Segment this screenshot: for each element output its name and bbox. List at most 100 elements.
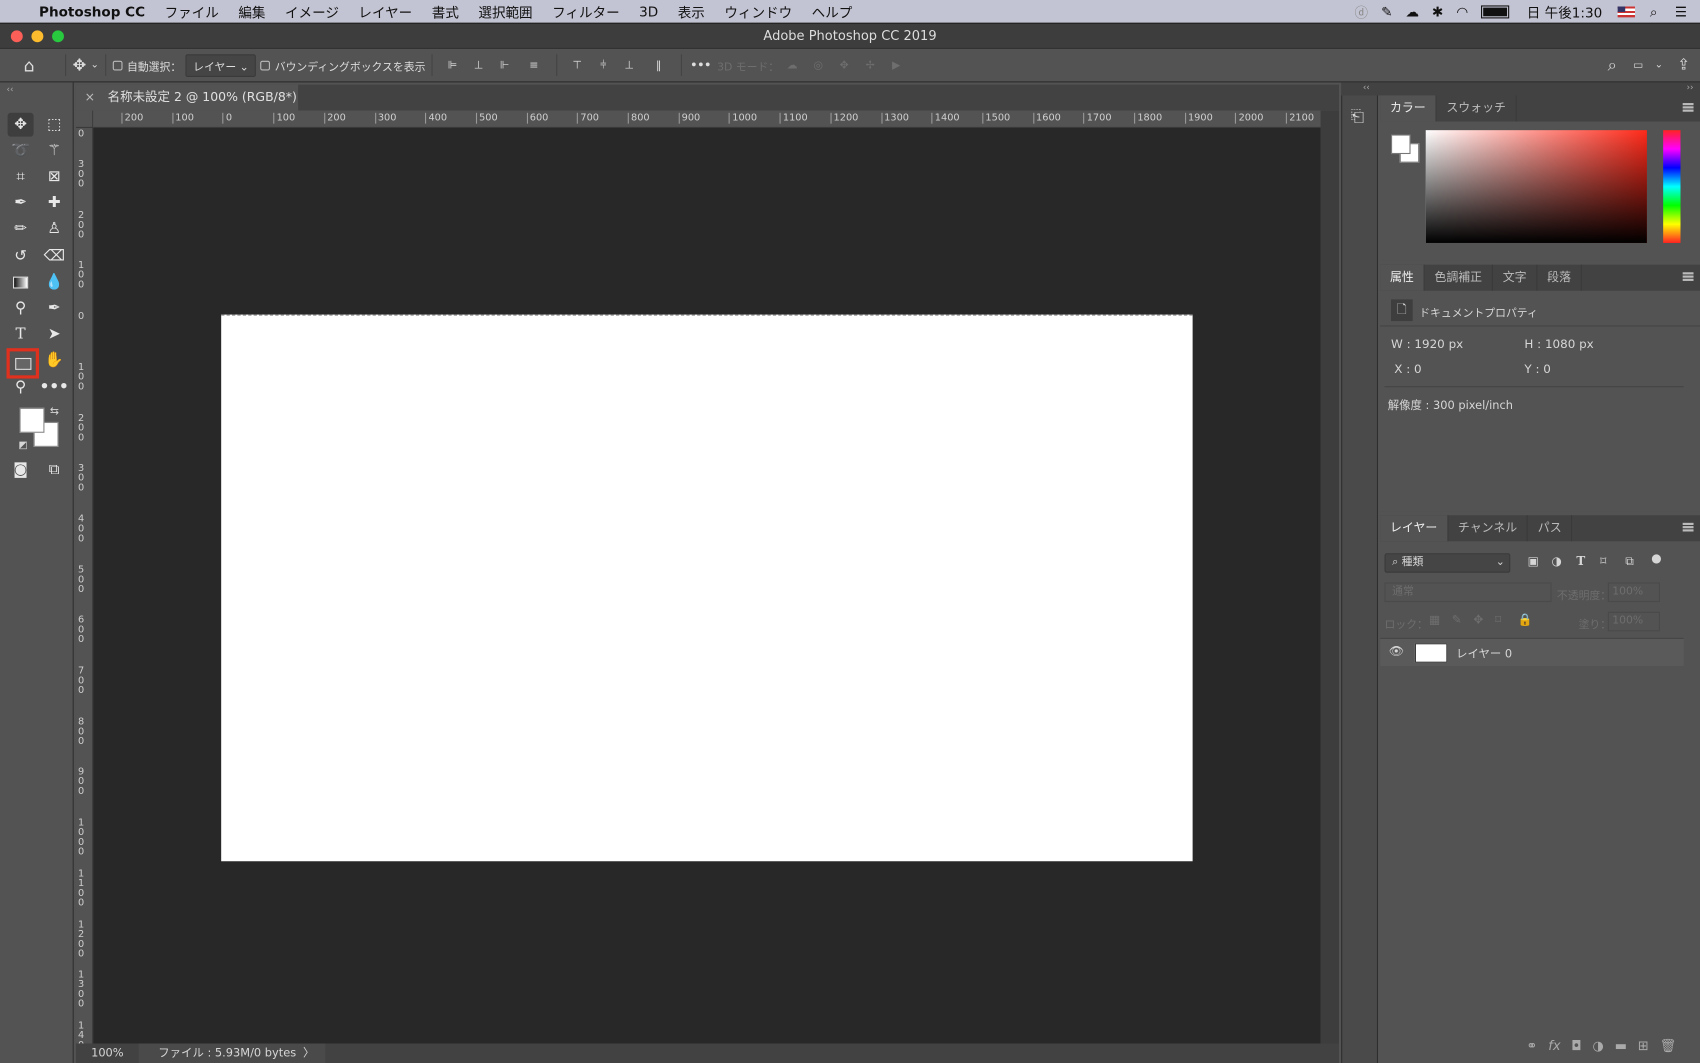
home-icon[interactable]: ⌂ [0,55,59,76]
hue-slider[interactable] [1663,130,1681,243]
distribute-icon[interactable]: ≡ [518,59,551,71]
brush-tool[interactable]: ✏ [8,217,34,241]
tab-adjustments[interactable]: 色調補正 [1425,264,1493,291]
blend-mode-dropdown[interactable]: 通常 [1384,582,1552,603]
lock-position-icon[interactable]: ✥ [1473,613,1483,627]
wifi-icon[interactable]: ◠ [1456,3,1468,19]
workspace-icon[interactable]: ▭ [1626,59,1650,71]
auto-select-dropdown[interactable]: レイヤー ⌄ [185,53,257,77]
menu-window[interactable]: ウィンドウ [724,1,792,22]
color-fg-swatch[interactable] [1391,134,1411,155]
height-value[interactable]: H : 1080 px [1524,337,1593,351]
more-options-button[interactable]: ••• [689,59,713,71]
tab-channels[interactable]: チャンネル [1448,515,1529,542]
cloud-upload-icon[interactable]: ☁ [1405,3,1419,19]
collapse-right-icon[interactable]: ›› [1687,82,1694,92]
vertical-scrollbar[interactable] [1320,110,1339,1044]
eraser-tool[interactable]: ⌫ [41,244,67,268]
collapse-icon[interactable]: ‹‹ [7,85,14,95]
auto-select-checkbox[interactable] [112,60,123,70]
align-right-icon[interactable]: ⊩ [492,59,518,71]
lock-transparent-icon[interactable]: ▦ [1429,613,1440,627]
us-flag-icon[interactable] [1617,5,1635,17]
menu-3d[interactable]: 3D [639,3,658,19]
healing-brush-tool[interactable]: ✚ [41,191,67,215]
notification-center-icon[interactable]: ☰ [1675,3,1687,19]
crop-tool[interactable]: ⌗ [8,165,34,189]
type-tool[interactable]: T [8,322,34,346]
tab-color[interactable]: カラー [1380,95,1437,122]
align-top-icon[interactable]: ⊤ [564,59,590,71]
tab-paths[interactable]: パス [1528,515,1573,542]
menu-file[interactable]: ファイル [165,1,219,22]
quick-mask-icon[interactable]: ◙ [8,458,34,482]
close-window-button[interactable] [10,30,23,43]
zoom-window-button[interactable] [52,30,64,43]
3d-roll-icon[interactable]: ◎ [805,59,831,71]
rectangle-tool[interactable] [6,348,40,379]
tab-swatches[interactable]: スウォッチ [1437,95,1517,122]
panel-menu-icon[interactable] [1682,522,1694,532]
d-icon[interactable]: ⓓ [1355,1,1369,22]
filter-adjustment-icon[interactable]: ◑ [1551,554,1561,568]
filter-toggle-icon[interactable]: ● [1651,551,1661,565]
align-bottom-icon[interactable]: ⊥ [616,59,642,71]
x-value[interactable]: X : 0 [1394,362,1421,376]
search-icon[interactable]: ⌕ [1598,55,1626,75]
marquee-tool[interactable]: ⬚ [41,113,67,137]
menu-image[interactable]: イメージ [285,1,339,22]
layer-name[interactable]: レイヤー 0 [1456,645,1512,661]
panel-menu-icon[interactable] [1682,103,1694,112]
tab-properties[interactable]: 属性 [1380,264,1425,291]
move-tool[interactable]: ✥ [7,112,34,137]
filter-smart-object-icon[interactable]: ⧉ [1625,554,1634,569]
document-tab[interactable]: × 名称未設定 2 @ 100% (RGB/8*) * [75,84,299,129]
canvas-area[interactable] [93,127,1321,1044]
pen-tray-icon[interactable]: ✎ [1381,3,1392,19]
move-tool-preset-icon[interactable]: ✥ [73,55,87,75]
history-panel-icon[interactable]: ⎗ [1351,106,1364,126]
path-selection-tool[interactable]: ➤ [41,322,67,346]
add-mask-icon[interactable]: ◘ [1571,1038,1581,1063]
new-group-icon[interactable]: ▬ [1615,1038,1627,1063]
filter-pixel-icon[interactable]: ▣ [1528,554,1539,568]
filter-shape-icon[interactable]: ⌑ [1600,554,1606,568]
default-colors-icon[interactable]: ◩ [18,440,27,451]
gradient-tool[interactable] [8,270,34,294]
adjustment-layer-icon[interactable]: ◑ [1593,1038,1604,1063]
battery-icon[interactable] [1481,4,1510,18]
link-layers-icon[interactable]: ⚭ [1527,1038,1538,1063]
document-canvas[interactable] [221,314,1193,862]
fx-icon[interactable]: fx [1548,1038,1560,1063]
menu-select[interactable]: 選択範囲 [478,1,532,22]
layer-row[interactable]: 👁 レイヤー 0 [1380,637,1684,667]
tab-paragraph[interactable]: 段落 [1537,264,1582,291]
close-tab-icon[interactable]: × [85,89,95,104]
tab-layers[interactable]: レイヤー [1380,515,1449,542]
align-middle-icon[interactable]: ⫩ [590,59,616,71]
ruler-origin[interactable] [75,110,94,128]
fill-field[interactable]: 100% [1607,611,1660,632]
opacity-field[interactable]: 100% [1607,582,1660,603]
3d-orbit-icon[interactable]: ☁ [779,59,805,71]
menu-layer[interactable]: レイヤー [358,1,412,22]
lock-artboard-icon[interactable]: ⌑ [1495,613,1501,627]
eye-icon[interactable]: 👁 [1389,644,1404,658]
lock-all-icon[interactable]: 🔒 [1518,613,1533,627]
edit-toolbar-icon[interactable]: ••• [40,375,69,399]
align-left-icon[interactable]: ⊫ [440,59,466,71]
menu-edit[interactable]: 編集 [238,1,265,22]
spotlight-icon[interactable]: ⌕ [1650,3,1658,20]
layer-filter-dropdown[interactable]: ⌕ 種類 ⌄ [1384,553,1511,573]
history-brush-tool[interactable]: ↺ [8,244,34,268]
new-layer-icon[interactable]: ⊞ [1638,1038,1649,1063]
dodge-tool[interactable]: ⚲ [8,296,34,320]
pen-tool[interactable]: ✒ [41,296,67,320]
foreground-color-swatch[interactable] [19,407,45,433]
menu-app[interactable]: Photoshop CC [39,3,145,19]
clock[interactable]: 日 午後1:30 [1527,1,1602,22]
horizontal-ruler[interactable]: 200 100 0 100 200 300 400 500 600 700 800 900 1000 11… [93,110,1321,128]
tab-character[interactable]: 文字 [1493,264,1538,291]
3d-camera-icon[interactable]: ▶ [883,59,909,71]
bluetooth-icon[interactable]: ✱ [1432,3,1443,19]
